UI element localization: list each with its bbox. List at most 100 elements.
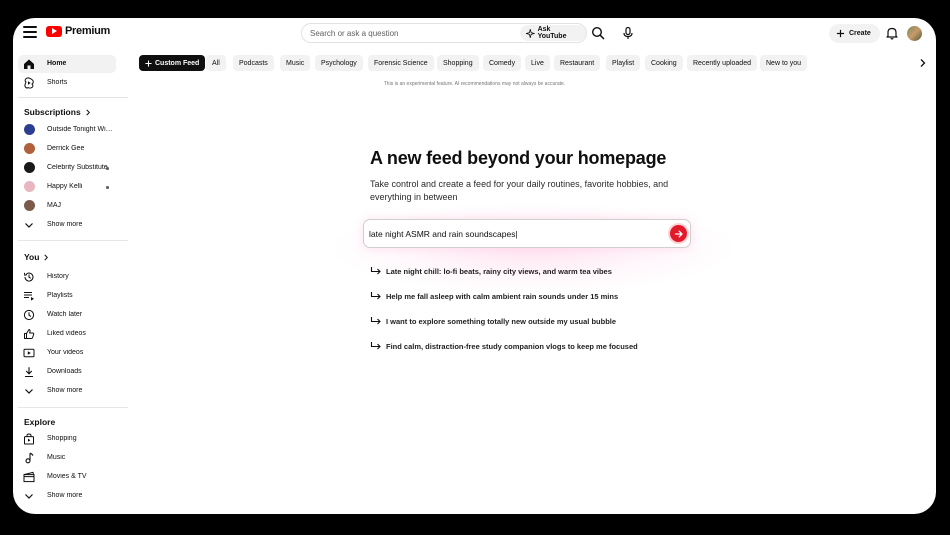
chip-label: Shopping <box>443 59 473 67</box>
explore-heading: Explore <box>24 417 55 427</box>
subscription-celebrity-substitute[interactable]: Celebrity Substitute <box>18 159 116 177</box>
chip-playlist[interactable]: Playlist <box>606 55 641 71</box>
chip-label: Restaurant <box>560 59 595 67</box>
subscription-outside-tonight[interactable]: Outside Tonight With... <box>18 121 116 139</box>
chip-shopping[interactable]: Shopping <box>437 55 479 71</box>
chip-label: Forensic Science <box>374 59 428 67</box>
prompt-glow <box>333 203 733 293</box>
create-button[interactable]: Create <box>829 24 880 43</box>
chip-forensic-science[interactable]: Forensic Science <box>368 55 434 71</box>
suggestion-item[interactable]: Late night chill: lo-fi beats, rainy cit… <box>370 264 612 278</box>
page-title: A new feed beyond your homepage <box>370 148 667 168</box>
return-arrow-icon <box>370 317 381 325</box>
submit-prompt-button[interactable] <box>670 225 687 242</box>
you-heading-label: You <box>24 252 40 262</box>
chip-label: Live <box>531 59 544 67</box>
sidebar-item-label: Watch later <box>47 311 83 318</box>
sidebar-item-playlists[interactable]: Playlists <box>18 287 116 305</box>
account-avatar[interactable] <box>907 26 922 41</box>
search-icon[interactable] <box>591 26 605 40</box>
sidebar-item-label: Downloads <box>47 368 82 375</box>
chevron-right-icon[interactable] <box>918 58 928 68</box>
subscription-derrick-gee[interactable]: Derrick Gee <box>18 140 116 158</box>
chip-restaurant[interactable]: Restaurant <box>554 55 601 71</box>
sidebar-item-movies-tv[interactable]: Movies & TV <box>18 468 116 486</box>
new-content-dot <box>106 167 109 170</box>
subscription-happy-kelli[interactable]: Happy Kelli <box>18 178 116 196</box>
chip-label: New to you <box>766 59 802 67</box>
chip-recently-uploaded[interactable]: Recently uploaded <box>687 55 757 71</box>
sidebar-item-downloads[interactable]: Downloads <box>18 363 116 381</box>
sidebar-item-label: Shopping <box>47 435 77 442</box>
chip-all[interactable]: All <box>206 55 226 71</box>
chip-label: Podcasts <box>239 59 268 67</box>
experimental-disclaimer: This is an experimental feature. AI reco… <box>383 81 566 87</box>
notifications-bell-icon[interactable] <box>885 26 899 40</box>
explore-show-more[interactable]: Show more <box>18 487 116 505</box>
clapperboard-icon <box>23 471 35 483</box>
ask-youtube-button[interactable]: Ask YouTube <box>520 25 586 41</box>
sidebar-item-watch-later[interactable]: Watch later <box>18 306 116 324</box>
chip-cooking[interactable]: Cooking <box>645 55 683 71</box>
search-input[interactable] <box>310 24 510 42</box>
sidebar-item-label: History <box>47 273 69 280</box>
return-arrow-icon <box>370 267 381 275</box>
sparkle-icon <box>526 28 535 38</box>
history-icon <box>23 272 34 282</box>
sidebar-item-your-videos[interactable]: Your videos <box>18 344 116 362</box>
suggestion-item[interactable]: Help me fall asleep with calm ambient ra… <box>370 289 618 303</box>
you-heading[interactable]: You <box>24 252 49 262</box>
you-show-more[interactable]: Show more <box>18 382 116 400</box>
show-more-label: Show more <box>47 221 83 228</box>
subscriptions-heading[interactable]: Subscriptions <box>24 107 91 117</box>
chip-label: Cooking <box>651 59 677 67</box>
youtube-premium-logo[interactable]: Premium <box>46 25 110 37</box>
youtube-window: Premium Ask YouTube Create Home Shorts <box>13 18 936 514</box>
sidebar-item-history[interactable]: History <box>18 268 116 286</box>
sidebar-item-music[interactable]: Music <box>18 449 116 467</box>
sidebar-divider <box>18 97 128 98</box>
channel-avatar <box>24 143 35 154</box>
home-icon <box>24 59 34 69</box>
chip-music[interactable]: Music <box>280 55 311 71</box>
chevron-down-icon <box>25 389 33 394</box>
chip-custom-feed[interactable]: Custom Feed <box>139 55 206 71</box>
create-label: Create <box>849 30 871 37</box>
chip-podcasts[interactable]: Podcasts <box>233 55 274 71</box>
sidebar-divider <box>18 240 128 241</box>
ask-youtube-label: Ask YouTube <box>537 26 567 40</box>
subscriptions-show-more[interactable]: Show more <box>18 216 116 234</box>
sidebar-item-label: Liked videos <box>47 330 86 337</box>
plus-icon <box>836 29 845 38</box>
search-box: Ask YouTube <box>301 23 587 43</box>
playlists-icon <box>24 292 34 301</box>
hamburger-menu-icon[interactable] <box>23 26 37 38</box>
subscriptions-heading-label: Subscriptions <box>24 107 81 117</box>
chip-new-to-you[interactable]: New to you <box>760 55 808 71</box>
chip-label: Comedy <box>489 59 516 67</box>
subscription-maj[interactable]: MAJ <box>18 197 116 215</box>
suggestion-item[interactable]: Find calm, distraction-free study compan… <box>370 339 638 353</box>
suggestion-item[interactable]: I want to explore something totally new … <box>370 314 616 328</box>
microphone-icon[interactable] <box>621 26 635 40</box>
sidebar-item-liked-videos[interactable]: Liked videos <box>18 325 116 343</box>
feed-prompt-input[interactable] <box>369 220 659 247</box>
new-content-dot <box>106 186 109 189</box>
logo-text: Premium <box>65 25 110 37</box>
watch-later-icon <box>23 309 35 321</box>
sidebar-item-shopping[interactable]: Shopping <box>18 430 116 448</box>
sidebar-item-home[interactable]: Home <box>18 55 116 73</box>
chevron-right-icon <box>44 254 49 260</box>
suggestion-text: Late night chill: lo-fi beats, rainy cit… <box>386 266 612 276</box>
download-icon <box>25 367 33 378</box>
channel-avatar <box>24 181 35 192</box>
chip-comedy[interactable]: Comedy <box>483 55 522 71</box>
show-more-label: Show more <box>47 387 83 394</box>
chip-label: Music <box>286 59 305 67</box>
chevron-down-icon <box>25 223 33 228</box>
sidebar-item-label: Home <box>47 60 67 67</box>
chip-psychology[interactable]: Psychology <box>315 55 363 71</box>
chip-live[interactable]: Live <box>525 55 550 71</box>
sidebar-item-label: Music <box>47 454 66 461</box>
suggestion-text: I want to explore something totally new … <box>386 316 617 326</box>
